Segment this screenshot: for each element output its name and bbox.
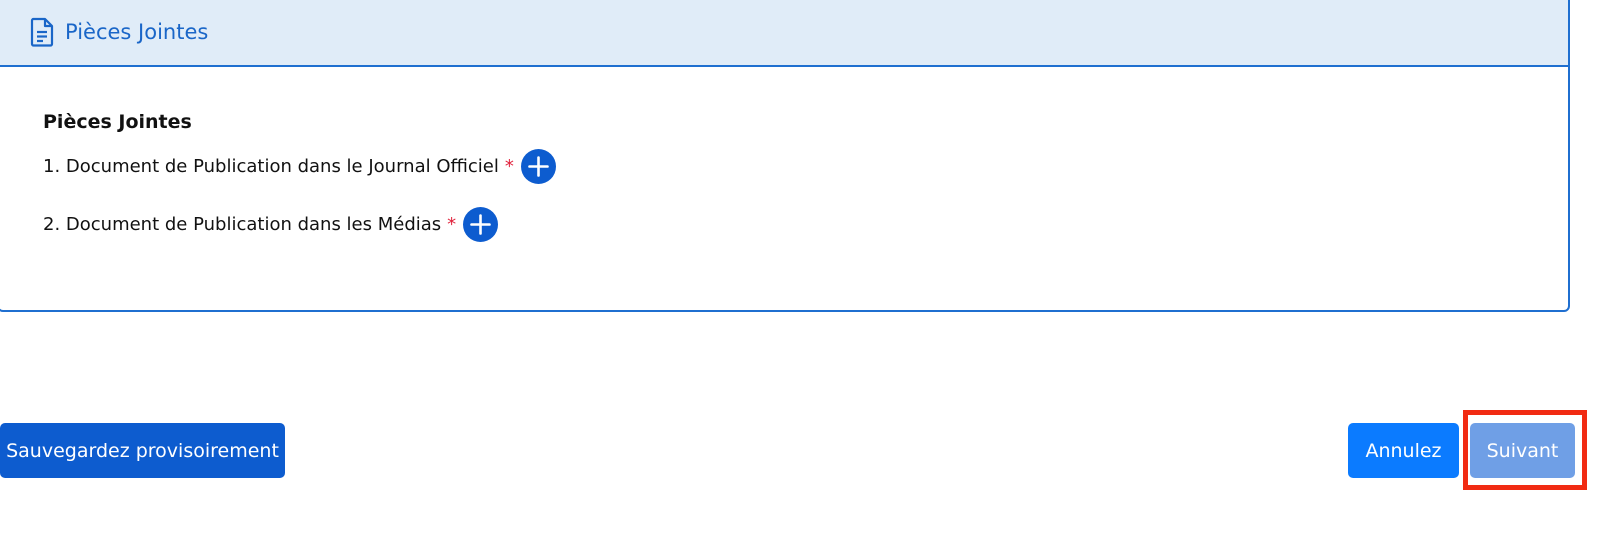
attachments-card: Pièces Jointes Pièces Jointes 1. Documen… <box>0 0 1570 312</box>
add-attachment-button[interactable] <box>520 148 556 184</box>
document-icon <box>29 17 55 47</box>
cancel-button[interactable]: Annulez <box>1348 423 1459 478</box>
attachment-item: 1. Document de Publication dans le Journ… <box>43 148 1568 184</box>
required-marker: * <box>504 155 514 177</box>
save-draft-button[interactable]: Sauvegardez provisoirement <box>0 423 285 478</box>
card-header: Pièces Jointes <box>0 0 1568 67</box>
card-body: Pièces Jointes 1. Document de Publicatio… <box>0 67 1568 242</box>
plus-icon <box>528 155 549 177</box>
required-marker: * <box>447 213 457 235</box>
section-title: Pièces Jointes <box>43 111 192 133</box>
add-attachment-button[interactable] <box>463 206 499 242</box>
next-button[interactable]: Suivant <box>1470 423 1575 478</box>
card-header-title: Pièces Jointes <box>65 20 209 44</box>
attachment-item: 2. Document de Publication dans les Médi… <box>43 206 1568 242</box>
attachment-label: 2. Document de Publication dans les Médi… <box>43 213 442 235</box>
plus-icon <box>470 213 491 235</box>
attachment-label: 1. Document de Publication dans le Journ… <box>43 155 499 177</box>
